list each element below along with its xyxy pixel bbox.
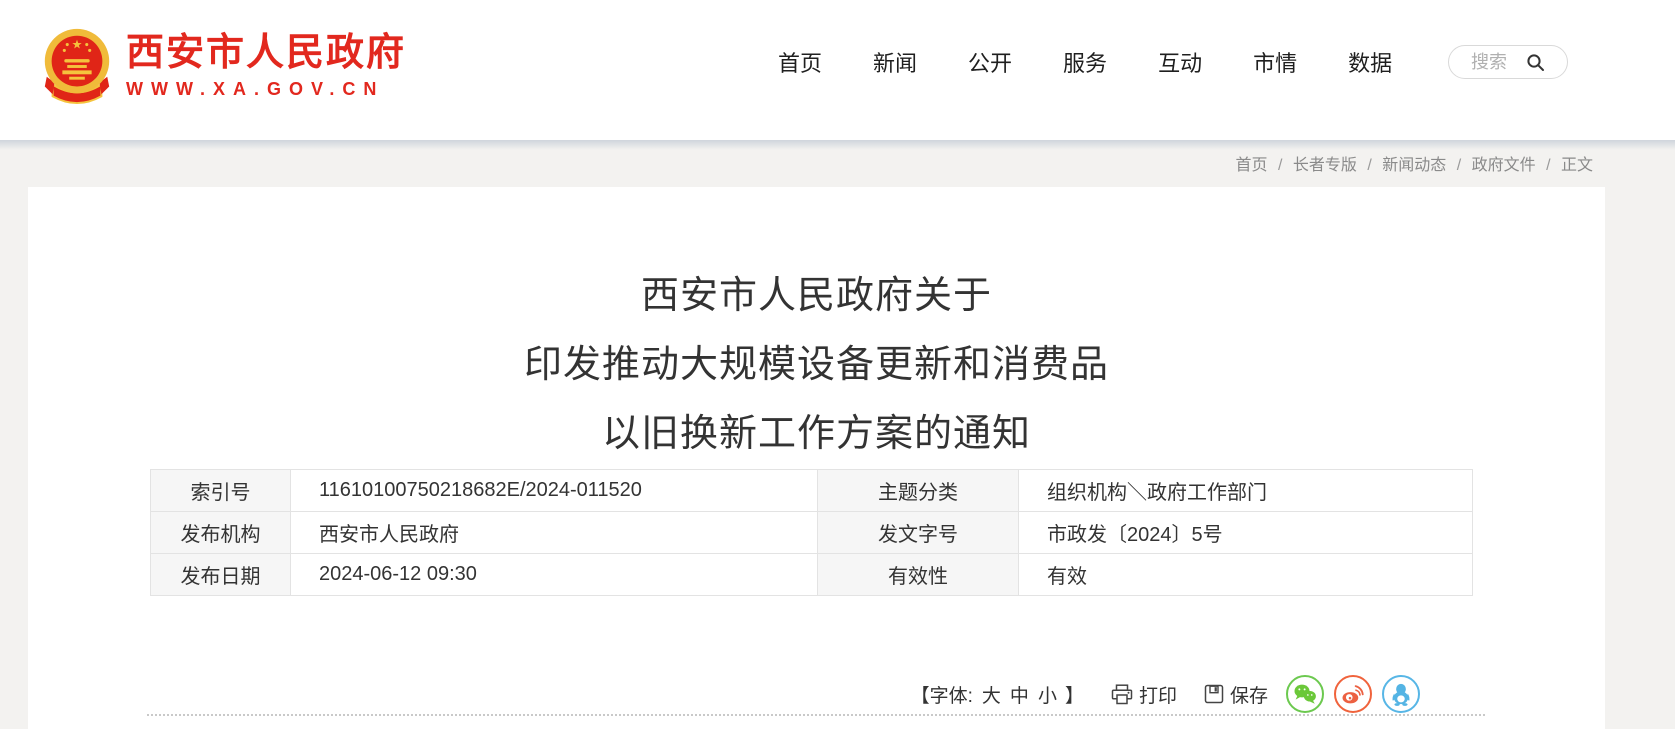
meta-value-docnumber: 市政发〔2024〕5号 [1019, 512, 1473, 554]
meta-row: 发布日期 2024-06-12 09:30 有效性 有效 [151, 554, 1473, 596]
font-size-prefix: 【字体: [911, 681, 973, 708]
search-icon[interactable] [1526, 53, 1545, 72]
article-card: 西安市人民政府关于 印发推动大规模设备更新和消费品 以旧换新工作方案的通知 索引… [28, 187, 1605, 729]
font-size-suffix: 】 [1065, 681, 1084, 708]
font-size-large-button[interactable]: 大 [982, 681, 1001, 708]
weibo-icon [1338, 679, 1368, 709]
qq-icon [1386, 679, 1416, 709]
meta-label-validity: 有效性 [818, 554, 1019, 596]
breadcrumb-separator: / [1278, 157, 1282, 174]
floppy-icon [1204, 684, 1224, 704]
document-meta-table: 索引号 11610100750218682E/2024-011520 主题分类 … [150, 469, 1473, 596]
nav-item-open[interactable]: 公开 [968, 49, 1012, 79]
page: 西安市人民政府 WWW.XA.GOV.CN 首页 新闻 公开 服务 互动 市情 … [0, 0, 1675, 729]
main-nav: 首页 新闻 公开 服务 互动 市情 数据 [778, 49, 1392, 79]
document-title-line: 印发推动大规模设备更新和消费品 [28, 331, 1605, 400]
wechat-share-button[interactable] [1286, 675, 1324, 713]
national-emblem-icon [40, 26, 114, 106]
meta-label-docnumber: 发文字号 [818, 512, 1019, 554]
document-title-line: 西安市人民政府关于 [28, 262, 1605, 331]
document-title-line: 以旧换新工作方案的通知 [28, 400, 1605, 469]
site-name: 西安市人民政府 [126, 32, 406, 74]
site-url: WWW.XA.GOV.CN [126, 79, 406, 100]
wechat-icon [1290, 679, 1320, 709]
font-size-medium-button[interactable]: 中 [1010, 681, 1029, 708]
brand-text: 西安市人民政府 WWW.XA.GOV.CN [126, 32, 406, 100]
meta-label-index: 索引号 [151, 470, 291, 512]
nav-item-data[interactable]: 数据 [1348, 49, 1392, 79]
search-box[interactable] [1448, 45, 1568, 79]
meta-label-pubdate: 发布日期 [151, 554, 291, 596]
printer-icon [1111, 684, 1133, 705]
article-toolbar: 【字体: 大 中 小 】 打印 [911, 674, 1420, 714]
breadcrumb-current: 正文 [1561, 157, 1593, 174]
meta-value-index: 11610100750218682E/2024-011520 [291, 470, 818, 512]
breadcrumb: 首页 / 长者专版 / 新闻动态 / 政府文件 / 正文 [1235, 151, 1593, 175]
breadcrumb-newslist[interactable]: 新闻动态 [1382, 157, 1446, 174]
document-title: 西安市人民政府关于 印发推动大规模设备更新和消费品 以旧换新工作方案的通知 [28, 262, 1605, 469]
meta-value-pubdate: 2024-06-12 09:30 [291, 554, 818, 596]
font-size-control: 【字体: 大 中 小 】 [911, 681, 1084, 708]
breadcrumb-separator: / [1546, 157, 1550, 174]
nav-item-news[interactable]: 新闻 [873, 49, 917, 79]
print-button[interactable]: 打印 [1111, 681, 1177, 708]
qq-share-button[interactable] [1382, 675, 1420, 713]
font-size-small-button[interactable]: 小 [1038, 681, 1057, 708]
breadcrumb-home[interactable]: 首页 [1235, 157, 1267, 174]
meta-label-publisher: 发布机构 [151, 512, 291, 554]
dotted-divider [147, 714, 1485, 716]
site-header: 西安市人民政府 WWW.XA.GOV.CN 首页 新闻 公开 服务 互动 市情 … [0, 0, 1675, 140]
meta-label-topic: 主题分类 [818, 470, 1019, 512]
meta-value-topic: 组织机构＼政府工作部门 [1019, 470, 1473, 512]
breadcrumb-separator: / [1457, 157, 1461, 174]
nav-item-interact[interactable]: 互动 [1158, 49, 1202, 79]
print-label: 打印 [1139, 681, 1177, 708]
nav-item-service[interactable]: 服务 [1063, 49, 1107, 79]
meta-row: 索引号 11610100750218682E/2024-011520 主题分类 … [151, 470, 1473, 512]
meta-row: 发布机构 西安市人民政府 发文字号 市政发〔2024〕5号 [151, 512, 1473, 554]
breadcrumb-elder[interactable]: 长者专版 [1293, 157, 1357, 174]
meta-value-publisher: 西安市人民政府 [291, 512, 818, 554]
breadcrumb-govdocs[interactable]: 政府文件 [1472, 157, 1536, 174]
save-label: 保存 [1230, 681, 1268, 708]
weibo-share-button[interactable] [1334, 675, 1372, 713]
breadcrumb-separator: / [1367, 157, 1371, 174]
meta-value-validity: 有效 [1019, 554, 1473, 596]
site-logo[interactable]: 西安市人民政府 WWW.XA.GOV.CN [40, 24, 380, 108]
nav-item-home[interactable]: 首页 [778, 49, 822, 79]
nav-item-city[interactable]: 市情 [1253, 49, 1297, 79]
save-button[interactable]: 保存 [1204, 681, 1268, 708]
search-input[interactable] [1471, 52, 1519, 73]
